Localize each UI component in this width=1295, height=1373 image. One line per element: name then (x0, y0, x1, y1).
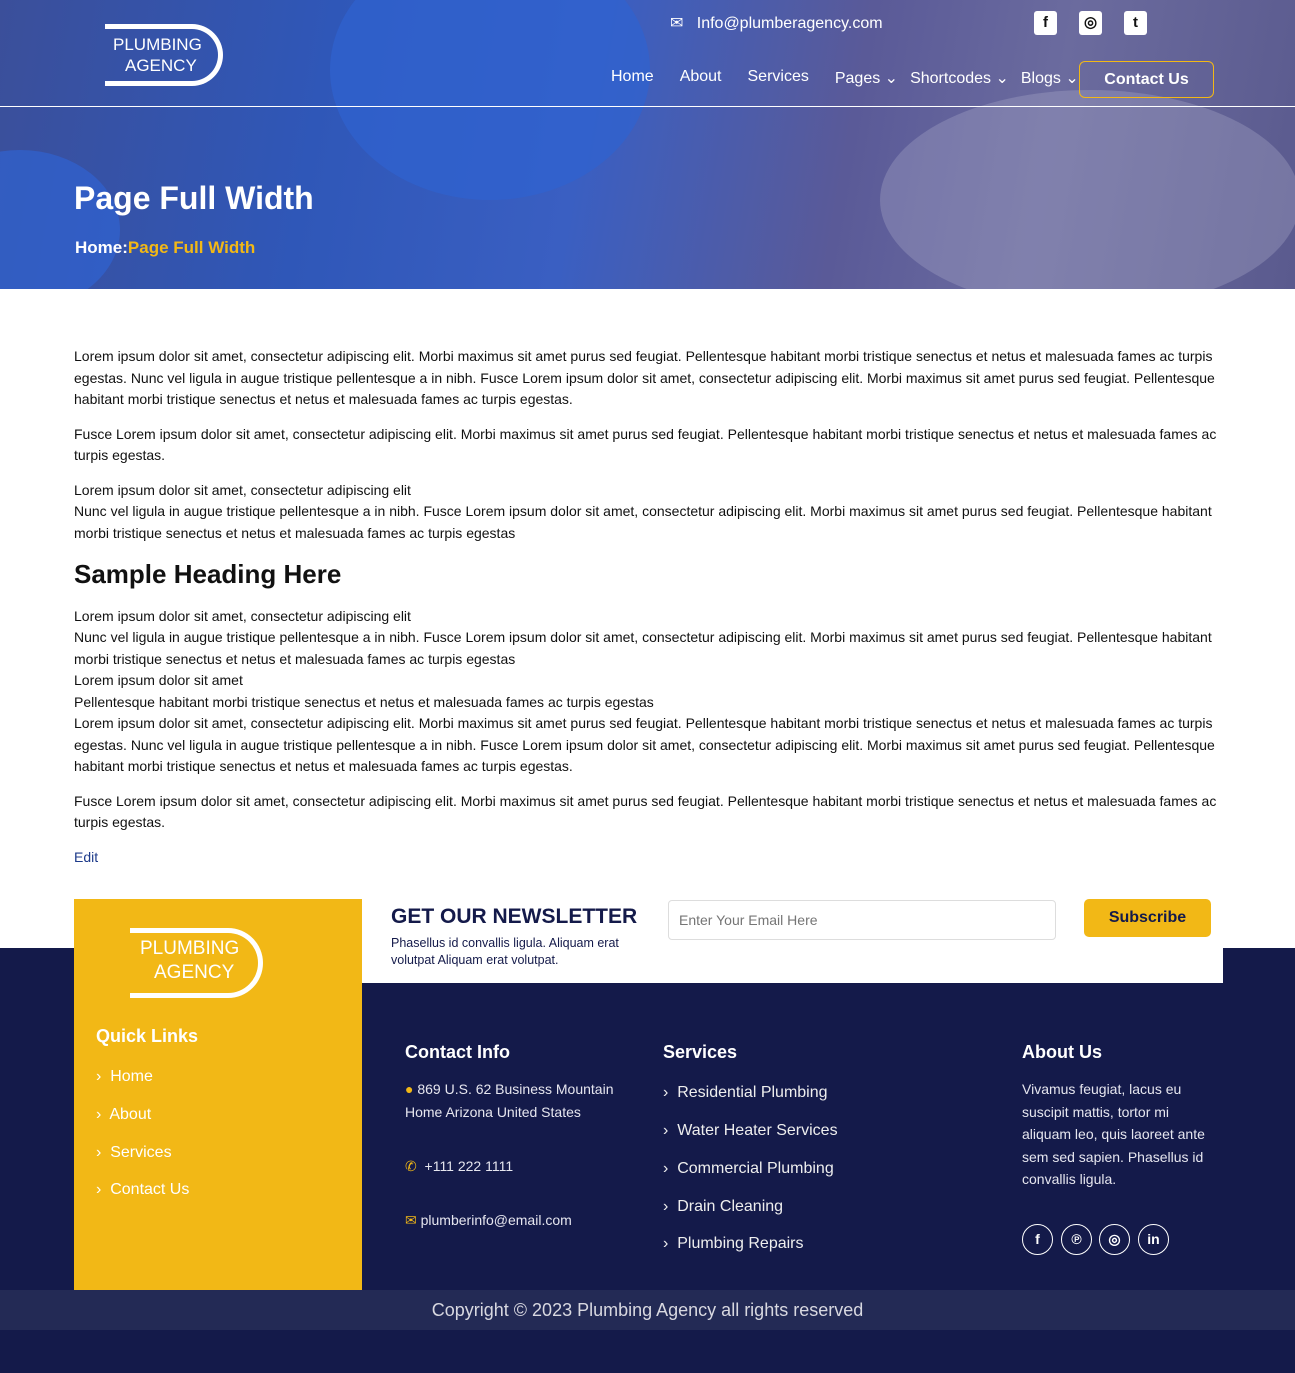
facebook-icon[interactable]: f (1022, 1224, 1053, 1255)
breadcrumb-home[interactable]: Home (75, 238, 122, 257)
nav-about[interactable]: About (680, 68, 722, 88)
newsletter: GET OUR NEWSLETTER Phasellus id convalli… (362, 899, 1223, 983)
paragraph: Lorem ipsum dolor sit amet, consectetur … (74, 715, 1215, 774)
edit-link[interactable]: Edit (74, 849, 98, 865)
main-nav: Home About Services Pages ⌄ Shortcodes ⌄… (611, 68, 1105, 88)
nav-home[interactable]: Home (611, 68, 654, 88)
nav-services[interactable]: Services (748, 68, 809, 88)
contact-us-button[interactable]: Contact Us (1079, 61, 1214, 98)
breadcrumb: Home:Page Full Width (75, 238, 256, 257)
service-link[interactable]: › Plumbing Repairs (663, 1235, 804, 1253)
paragraph: Fusce Lorem ipsum dolor sit amet, consec… (74, 792, 1217, 831)
twitter-icon[interactable]: t (1124, 11, 1147, 35)
paragraph: Lorem ipsum dolor sit amet, consectetur … (74, 348, 1215, 407)
quick-link-contact[interactable]: › Contact Us (96, 1181, 189, 1199)
linkedin-icon[interactable]: in (1138, 1224, 1169, 1255)
paragraph: Nunc vel ligula in augue tristique pelle… (74, 629, 1212, 667)
address: ● 869 U.S. 62 Business Mountain Home Ari… (405, 1081, 614, 1120)
service-link[interactable]: › Residential Plumbing (663, 1084, 828, 1102)
footer-logo[interactable]: PLUMBING AGENCY (96, 914, 266, 1002)
paragraph: Lorem ipsum dolor sit amet, consectetur … (74, 607, 411, 624)
header-email[interactable]: ✉ Info@plumberagency.com (670, 13, 883, 33)
service-link[interactable]: › Drain Cleaning (663, 1198, 783, 1216)
phone-icon: ✆ (405, 1158, 417, 1174)
phone[interactable]: ✆ +111 222 1111 (405, 1155, 513, 1178)
section-heading: Sample Heading Here (74, 559, 342, 589)
footer-email[interactable]: ✉ plumberinfo@email.com (405, 1209, 572, 1232)
breadcrumb-current: Page Full Width (127, 238, 256, 257)
nav-pages[interactable]: Pages ⌄ (835, 68, 898, 88)
nav-blogs[interactable]: Blogs ⌄ (1021, 68, 1079, 88)
envelope-icon: ✉ (670, 15, 684, 32)
instagram-icon[interactable]: ◎ (1099, 1224, 1130, 1255)
paragraph: Pellentesque habitant morbi tristique se… (74, 693, 654, 710)
map-pin-icon: ● (405, 1081, 414, 1097)
nav-shortcodes[interactable]: Shortcodes ⌄ (910, 68, 1009, 88)
quick-link-services[interactable]: › Services (96, 1144, 172, 1162)
quick-link-about[interactable]: › About (96, 1106, 151, 1124)
services-title: Services (663, 1042, 738, 1062)
facebook-icon[interactable]: f (1034, 11, 1057, 35)
about-text: Vivamus feugiat, lacus eu suscipit matti… (1022, 1081, 1205, 1187)
paragraph: Fusce Lorem ipsum dolor sit amet, consec… (74, 425, 1217, 464)
copyright: Copyright © 2023 Plumbing Agency all rig… (0, 1290, 1295, 1330)
quick-links-title: Quick Links (96, 1026, 199, 1046)
newsletter-text: Phasellus id convallis ligula. Aliquam e… (391, 936, 619, 967)
subscribe-button[interactable]: Subscribe (1084, 899, 1211, 937)
page-title: Page Full Width (74, 180, 314, 216)
quick-link-home[interactable]: › Home (96, 1068, 153, 1086)
pinterest-icon[interactable]: ℗ (1061, 1224, 1092, 1255)
newsletter-title: GET OUR NEWSLETTER (391, 905, 638, 928)
envelope-icon: ✉ (405, 1212, 417, 1228)
service-link[interactable]: › Water Heater Services (663, 1122, 838, 1140)
site-logo[interactable]: PLUMBING AGENCY (75, 14, 225, 92)
paragraph: Lorem ipsum dolor sit amet (74, 672, 243, 688)
contact-info-title: Contact Info (405, 1042, 510, 1062)
service-link[interactable]: › Commercial Plumbing (663, 1160, 834, 1178)
page-content: Lorem ipsum dolor sit amet, consectetur … (74, 346, 1222, 868)
paragraph: Lorem ipsum dolor sit amet, consectetur … (74, 481, 411, 498)
about-us-title: About Us (1022, 1042, 1102, 1062)
newsletter-email-input[interactable] (668, 900, 1056, 940)
instagram-icon[interactable]: ◎ (1079, 11, 1102, 35)
paragraph: Nunc vel ligula in augue tristique pelle… (74, 503, 1212, 541)
divider (0, 106, 1295, 107)
